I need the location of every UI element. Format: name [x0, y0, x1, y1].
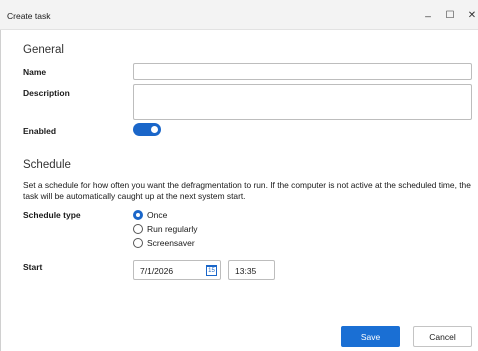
start-time-picker[interactable]: 13:35 [228, 260, 275, 280]
description-input[interactable] [134, 85, 471, 119]
window-left-border [0, 30, 1, 351]
radio-once[interactable]: Once [133, 209, 167, 220]
description-label: Description [23, 88, 70, 98]
cancel-button[interactable]: Cancel [413, 326, 472, 347]
general-heading: General [23, 44, 64, 56]
title-bar: Create task _ ☐ ✕ [0, 0, 478, 30]
name-label: Name [23, 67, 47, 77]
schedule-description: Set a schedule for how often you want th… [23, 180, 471, 201]
radio-screensaver[interactable]: Screensaver [133, 237, 195, 248]
enabled-label: Enabled [23, 126, 57, 136]
radio-once-indicator[interactable] [133, 209, 143, 220]
schedule-type-label: Schedule type [23, 210, 81, 220]
maximize-icon: ☐ [445, 9, 455, 21]
start-date-picker[interactable]: 7/1/2026 15 [133, 260, 221, 280]
window-title: Create task [7, 11, 51, 21]
radio-run-regularly-indicator[interactable] [133, 223, 143, 234]
description-field-box[interactable] [133, 84, 472, 120]
minimize-button[interactable]: _ [418, 6, 438, 24]
close-icon: ✕ [467, 9, 477, 21]
radio-run-regularly[interactable]: Run regularly [133, 223, 198, 234]
start-date-value: 7/1/2026 [140, 266, 174, 276]
radio-once-label: Once [147, 209, 168, 220]
toggle-knob [151, 126, 158, 133]
radio-run-regularly-label: Run regularly [147, 223, 198, 234]
calendar-icon[interactable]: 15 [206, 265, 217, 276]
save-button[interactable]: Save [341, 326, 400, 347]
maximize-button[interactable]: ☐ [440, 6, 460, 24]
start-time-value: 13:35 [235, 266, 257, 276]
schedule-heading: Schedule [23, 159, 71, 171]
radio-screensaver-indicator[interactable] [133, 237, 143, 248]
minimize-icon: _ [425, 6, 431, 18]
name-input[interactable] [134, 64, 471, 79]
close-button[interactable]: ✕ [462, 6, 478, 24]
start-label: Start [23, 262, 43, 272]
radio-screensaver-label: Screensaver [147, 237, 195, 248]
name-field-box[interactable] [133, 63, 472, 80]
enabled-toggle[interactable] [133, 123, 161, 136]
